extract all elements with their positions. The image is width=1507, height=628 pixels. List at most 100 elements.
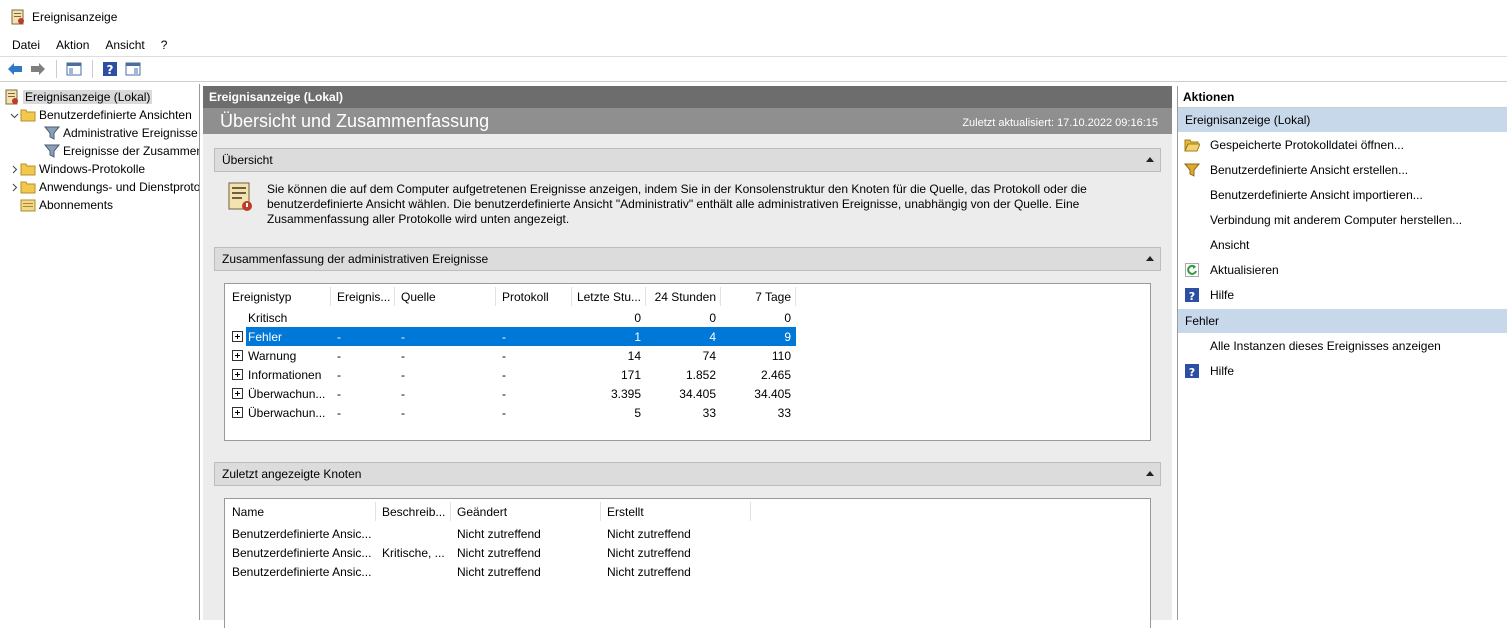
cell-changed: Nicht zutreffend xyxy=(457,545,541,560)
back-button[interactable] xyxy=(4,58,26,80)
filter-icon xyxy=(44,143,60,159)
summary-header[interactable]: Zusammenfassung der administrativen Erei… xyxy=(214,247,1161,271)
actions-section-error[interactable]: Fehler xyxy=(1178,309,1507,333)
recent-nodes-header-label: Zuletzt angezeigte Knoten xyxy=(222,467,362,481)
svg-text:?: ? xyxy=(1189,290,1195,302)
table-row[interactable]: Kritisch 0 0 0 xyxy=(225,308,796,327)
collapse-arrow-icon[interactable] xyxy=(1146,256,1154,261)
svg-text:?: ? xyxy=(1189,366,1195,378)
col-created[interactable]: Erstellt xyxy=(601,502,751,521)
action-open-saved-log[interactable]: Gespeicherte Protokolldatei öffnen... xyxy=(1178,132,1507,157)
open-folder-icon xyxy=(1184,137,1200,153)
action-help-error[interactable]: ? Hilfe xyxy=(1178,358,1507,383)
action-create-custom-view[interactable]: Benutzerdefinierte Ansicht erstellen... xyxy=(1178,157,1507,182)
tree-item-label: Windows-Protokolle xyxy=(39,162,146,176)
cell-changed: Nicht zutreffend xyxy=(457,526,541,541)
tree-item-event-viewer-local[interactable]: Ereignisanzeige (Lokal) xyxy=(4,88,153,106)
col-source[interactable]: Quelle xyxy=(395,287,496,306)
collapse-arrow-icon[interactable] xyxy=(1146,471,1154,476)
table-row[interactable]: Fehler - - - 1 4 9 xyxy=(225,327,796,346)
show-hide-action-pane-button[interactable] xyxy=(122,58,144,80)
table-row[interactable]: Benutzerdefinierte Ansic... Nicht zutref… xyxy=(225,524,751,543)
cell-7-days: 34.405 xyxy=(754,386,791,401)
tree-item-subscriptions[interactable]: Abonnements xyxy=(20,196,113,214)
cell-source: - xyxy=(401,405,405,420)
cell-created: Nicht zutreffend xyxy=(607,526,691,541)
action-import-custom-view[interactable]: Benutzerdefinierte Ansicht importieren..… xyxy=(1178,182,1507,207)
cell-event-type: Überwachun... xyxy=(248,386,326,401)
last-updated: Zuletzt aktualisiert: 17.10.2022 09:16:1… xyxy=(962,117,1158,129)
arrow-right-icon xyxy=(31,63,45,75)
cell-event-id: - xyxy=(337,405,341,420)
tree-item-label: Ereignisse der Zusammenfassung xyxy=(63,144,199,158)
table-row[interactable]: Benutzerdefinierte Ansic... Nicht zutref… xyxy=(225,562,751,581)
table-row[interactable]: Überwachun... - - - 5 33 33 xyxy=(225,403,796,422)
filter-icon xyxy=(1184,162,1200,178)
recent-nodes-table: Name Beschreib... Geändert Erstellt Benu… xyxy=(224,498,1151,628)
cell-last-hour: 5 xyxy=(634,405,641,420)
cell-event-type: Informationen xyxy=(248,367,322,382)
chevron-right-icon[interactable] xyxy=(8,163,20,175)
cell-name: Benutzerdefinierte Ansic... xyxy=(232,526,372,541)
overview-header[interactable]: Übersicht xyxy=(214,148,1161,172)
cell-24-hours: 1.852 xyxy=(685,367,716,382)
action-refresh[interactable]: Aktualisieren xyxy=(1178,257,1507,282)
cell-7-days: 0 xyxy=(784,310,791,325)
center-pane: Ereignisanzeige (Lokal) Übersicht und Zu… xyxy=(203,86,1172,628)
help-icon: ? xyxy=(103,62,117,77)
action-connect-other-computer[interactable]: Verbindung mit anderem Computer herstell… xyxy=(1178,207,1507,232)
action-help[interactable]: ? Hilfe xyxy=(1178,282,1507,307)
action-view[interactable]: Ansicht xyxy=(1178,232,1507,257)
tree-item-app-service-logs[interactable]: Anwendungs- und Dienstprotokolle xyxy=(8,178,199,196)
forward-button[interactable] xyxy=(27,58,49,80)
cell-last-hour: 1 xyxy=(634,329,641,344)
actions-section-event-viewer[interactable]: Ereignisanzeige (Lokal) xyxy=(1178,108,1507,132)
cell-name: Benutzerdefinierte Ansic... xyxy=(232,545,372,560)
table-row[interactable]: Überwachun... - - - 3.395 34.405 34.405 xyxy=(225,384,796,403)
tree-item-administrative-events[interactable]: Administrative Ereignisse xyxy=(44,124,198,142)
show-hide-tree-button[interactable] xyxy=(63,58,85,80)
menu-help[interactable]: ? xyxy=(153,38,176,52)
table-row[interactable]: Informationen - - - 171 1.852 2.465 xyxy=(225,365,796,384)
tree-item-label: Administrative Ereignisse xyxy=(63,126,198,140)
menu-aktion[interactable]: Aktion xyxy=(48,38,97,52)
action-show-all-instances[interactable]: Alle Instanzen dieses Ereignisses anzeig… xyxy=(1178,333,1507,358)
chevron-down-icon[interactable] xyxy=(8,109,20,121)
cell-source: - xyxy=(401,348,405,363)
menu-ansicht[interactable]: Ansicht xyxy=(97,38,152,52)
table-row[interactable]: Benutzerdefinierte Ansic... Kritische, .… xyxy=(225,543,751,562)
tree-item-label: Ereignisanzeige (Lokal) xyxy=(23,90,153,104)
help-button[interactable]: ? xyxy=(99,58,121,80)
cell-source: - xyxy=(401,386,405,401)
col-event-type[interactable]: Ereignistyp xyxy=(225,287,331,306)
col-7-days[interactable]: 7 Tage xyxy=(721,287,796,306)
col-name[interactable]: Name xyxy=(225,502,376,521)
col-event-id[interactable]: Ereignis... xyxy=(331,287,395,306)
overview-content: Sie können die auf dem Computer aufgetre… xyxy=(214,172,1161,236)
recent-nodes-header[interactable]: Zuletzt angezeigte Knoten xyxy=(214,462,1161,486)
action-label: Benutzerdefinierte Ansicht erstellen... xyxy=(1210,162,1409,177)
event-viewer-icon xyxy=(4,89,20,105)
collapse-arrow-icon[interactable] xyxy=(1146,157,1154,162)
filter-icon xyxy=(44,125,60,141)
col-changed[interactable]: Geändert xyxy=(451,502,601,521)
tree-item-windows-logs[interactable]: Windows-Protokolle xyxy=(8,160,145,178)
center-header: Ereignisanzeige (Lokal) xyxy=(203,86,1172,108)
tree-item-summary-events[interactable]: Ereignisse der Zusammenfassung xyxy=(44,142,199,160)
table-row[interactable]: Warnung - - - 14 74 110 xyxy=(225,346,796,365)
arrow-left-icon xyxy=(8,63,22,75)
col-description[interactable]: Beschreib... xyxy=(376,502,451,521)
tree-item-custom-views[interactable]: Benutzerdefinierte Ansichten xyxy=(8,106,192,124)
col-last-hour[interactable]: Letzte Stu... xyxy=(572,287,646,306)
cell-last-hour: 14 xyxy=(627,348,641,363)
col-24-hours[interactable]: 24 Stunden xyxy=(646,287,721,306)
menu-datei[interactable]: Datei xyxy=(4,38,48,52)
action-label: Aktualisieren xyxy=(1210,262,1279,277)
chevron-right-icon[interactable] xyxy=(8,181,20,193)
center-body: Übersicht Sie können die auf dem Compute… xyxy=(203,134,1172,628)
summary-table-header: Ereignistyp Ereignis... Quelle Protokoll… xyxy=(225,287,805,306)
col-log[interactable]: Protokoll xyxy=(496,287,572,306)
cell-event-id: - xyxy=(337,386,341,401)
cell-24-hours: 34.405 xyxy=(679,386,716,401)
toolbar-separator xyxy=(92,60,93,78)
